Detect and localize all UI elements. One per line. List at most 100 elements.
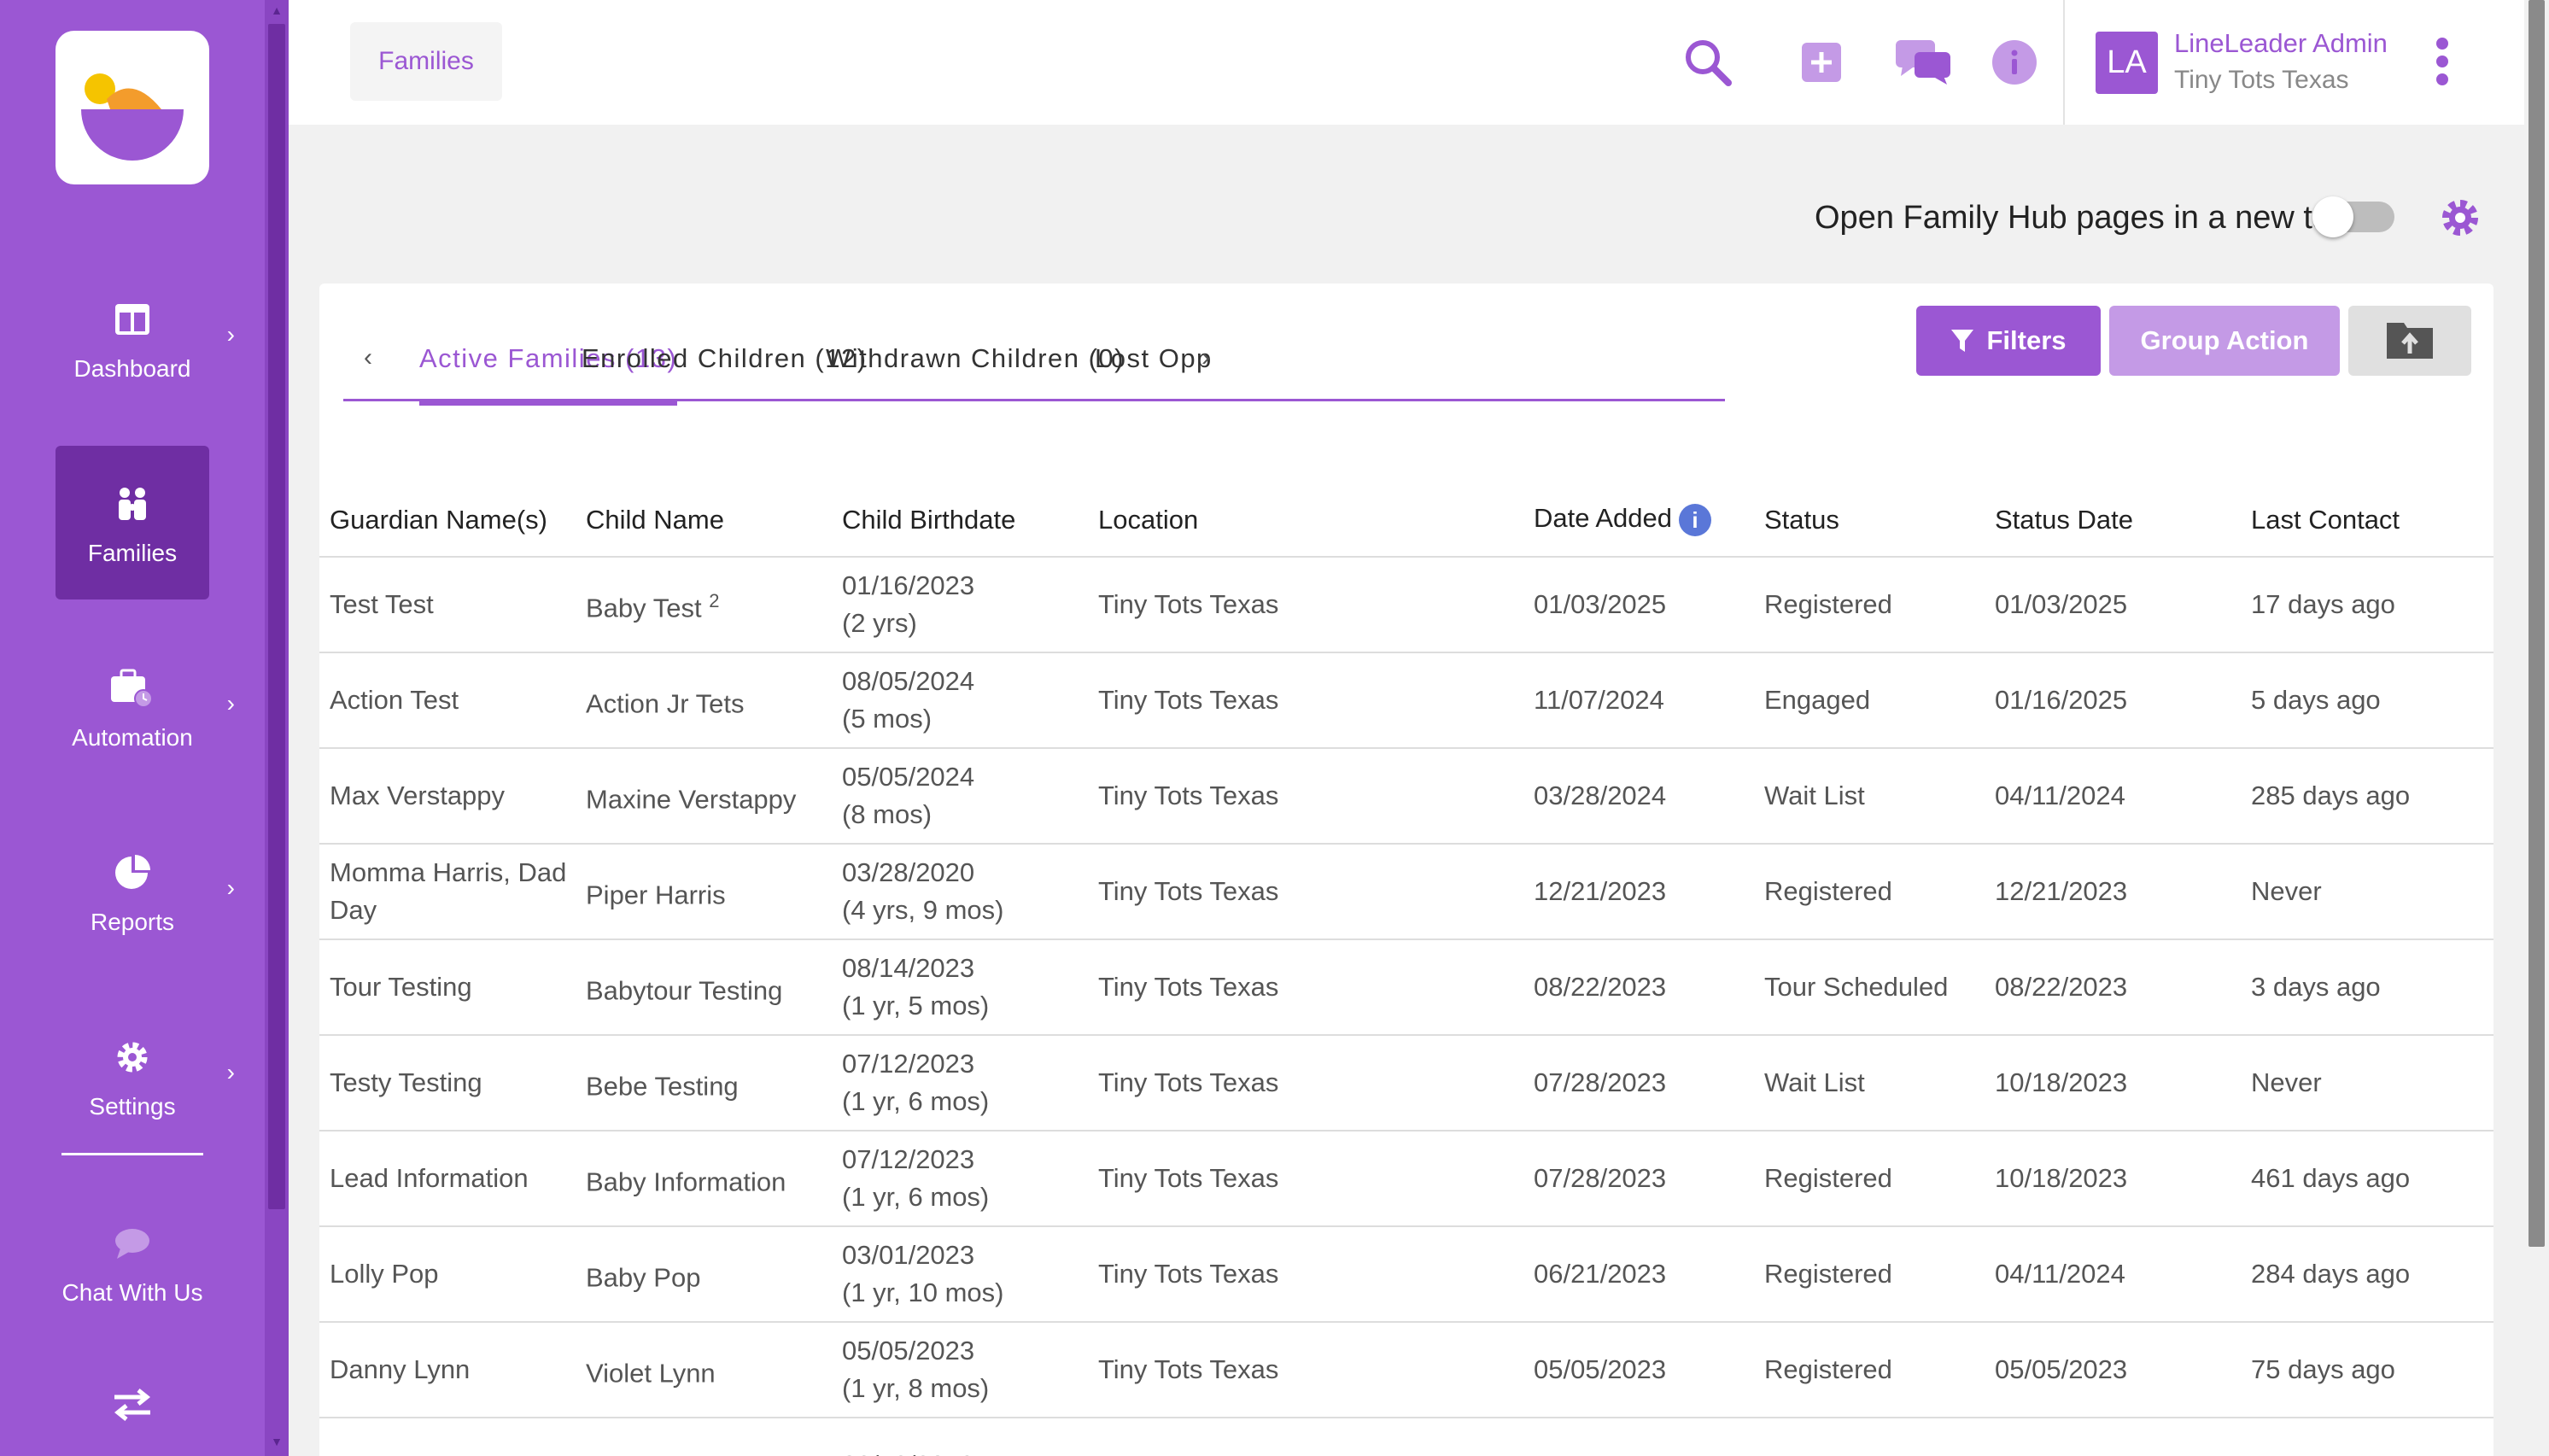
col-birthdate[interactable]: Child Birthdate <box>832 483 1088 558</box>
col-date-added[interactable]: Date Added i <box>1523 483 1754 558</box>
info-icon[interactable] <box>1991 34 2037 91</box>
nav-automation[interactable]: Automation › <box>56 630 235 784</box>
child-name[interactable]: Babytour Testing <box>586 975 782 1005</box>
table-row[interactable]: Lolly Pop Baby Pop 03/01/2023 (1 yr, 10 mo… <box>319 1226 2493 1323</box>
page-scrollbar[interactable] <box>2524 0 2549 1456</box>
guardian-name[interactable]: Lead Information <box>330 1163 529 1193</box>
sidebar-scroll-thumb[interactable] <box>268 24 285 1209</box>
reports-icon <box>113 847 152 898</box>
nav-reports[interactable]: Reports › <box>56 815 235 968</box>
child-name[interactable]: Baby Test <box>586 593 702 623</box>
nav-dashboard[interactable]: Dashboard › <box>56 261 235 415</box>
col-location[interactable]: Location <box>1088 483 1523 558</box>
child-name[interactable]: Baby Information <box>586 1167 786 1196</box>
scroll-down-icon[interactable]: ▼ <box>265 1435 289 1448</box>
guardian-name[interactable]: Momma Harris, Dad Day <box>330 857 566 925</box>
more-menu-icon[interactable] <box>2434 38 2451 94</box>
table-row[interactable]: 09/18/2019 <box>319 1418 2493 1456</box>
app-logo[interactable] <box>56 31 209 184</box>
guardian-name[interactable]: Danny Lynn <box>330 1354 470 1384</box>
location-cell: Tiny Tots Texas <box>1088 1226 1523 1323</box>
child-cell[interactable]: Baby Pop <box>576 1226 832 1323</box>
table-row[interactable]: Danny Lynn Violet Lynn 05/05/2023 (1 yr, 8… <box>319 1322 2493 1418</box>
table-row[interactable]: Momma Harris, Dad Day Piper Harris 03/28/… <box>319 844 2493 940</box>
breadcrumb[interactable]: Families <box>350 22 502 101</box>
sidebar-scrollbar[interactable]: ▲ ▼ <box>265 0 289 1456</box>
gear-icon[interactable] <box>2439 196 2482 243</box>
nav-switch[interactable] <box>56 1366 209 1452</box>
child-cell[interactable]: Baby Information <box>576 1131 832 1227</box>
add-icon[interactable] <box>1800 34 1843 91</box>
child-name[interactable]: Action Jr Tets <box>586 688 745 718</box>
table-row[interactable]: Max Verstappy Maxine Verstappy 05/05/2024… <box>319 748 2493 845</box>
tab-withdrawn-children[interactable]: Withdrawn Children (0) <box>826 343 1125 401</box>
status-cell: Registered <box>1754 1226 1985 1323</box>
nav-families-label: Families <box>87 540 178 566</box>
col-status[interactable]: Status <box>1754 483 1985 558</box>
nav-families[interactable]: Families <box>56 446 209 599</box>
page-scroll-thumb[interactable] <box>2529 0 2545 1247</box>
guardian-cell[interactable]: Testy Testing <box>319 1035 576 1131</box>
table-row[interactable]: Action Test Action Jr Tets 08/05/2024 (5 m… <box>319 652 2493 749</box>
child-cell[interactable]: Violet Lynn <box>576 1322 832 1418</box>
child-cell[interactable]: Piper Harris <box>576 844 832 940</box>
child-name[interactable]: Baby Pop <box>586 1262 700 1292</box>
table-row[interactable]: Test Test Baby Test 2 01/16/2023 (2 yrs) Tin… <box>319 557 2493 653</box>
last-contact-cell: 284 days ago <box>2241 1226 2493 1323</box>
child-cell[interactable]: Maxine Verstappy <box>576 748 832 845</box>
tab-enrolled-children[interactable]: Enrolled Children (12) <box>582 343 868 401</box>
nav-settings[interactable]: Settings › <box>56 999 235 1153</box>
table-row[interactable]: Lead Information Baby Information 07/12/2… <box>319 1131 2493 1227</box>
birthdate: 07/12/2023 <box>842 1144 975 1174</box>
guardian-name[interactable]: Test Test <box>330 589 434 619</box>
table-row[interactable]: Tour Testing Babytour Testing 08/14/2023 (… <box>319 939 2493 1036</box>
guardian-name[interactable]: Testy Testing <box>330 1067 482 1097</box>
child-cell[interactable] <box>576 1418 832 1456</box>
guardian-cell[interactable]: Action Test <box>319 652 576 749</box>
guardian-cell[interactable]: Lead Information <box>319 1131 576 1227</box>
messages-icon[interactable] <box>1894 34 1954 91</box>
guardian-name[interactable]: Action Test <box>330 685 459 715</box>
child-cell[interactable]: Bebe Testing <box>576 1035 832 1131</box>
info-icon[interactable]: i <box>1679 503 1712 536</box>
col-guardian[interactable]: Guardian Name(s) <box>319 483 576 558</box>
new-tab-toggle[interactable] <box>2312 196 2394 237</box>
upload-button[interactable] <box>2348 306 2471 376</box>
child-cell[interactable]: Baby Test 2 <box>576 557 832 653</box>
col-child-name[interactable]: Child Name <box>576 483 832 558</box>
guardian-name[interactable]: Tour Testing <box>330 972 472 1002</box>
table-row[interactable]: Testy Testing Bebe Testing 07/12/2023 (1 y… <box>319 1035 2493 1131</box>
guardian-cell[interactable]: Tour Testing <box>319 939 576 1036</box>
child-name[interactable]: Bebe Testing <box>586 1071 739 1101</box>
col-status-date[interactable]: Status Date <box>1985 483 2241 558</box>
guardian-cell[interactable]: Momma Harris, Dad Day <box>319 844 576 940</box>
col-date-added-label: Date Added <box>1534 503 1673 534</box>
user-name[interactable]: LineLeader Admin <box>2174 28 2388 59</box>
child-name[interactable]: Maxine Verstappy <box>586 784 796 814</box>
guardian-cell[interactable]: Max Verstappy <box>319 748 576 845</box>
dashboard-icon <box>114 294 151 345</box>
group-action-button[interactable]: Group Action <box>2109 306 2340 376</box>
child-name[interactable]: Piper Harris <box>586 880 726 909</box>
guardian-cell[interactable]: Lolly Pop <box>319 1226 576 1323</box>
last-contact-cell <box>2241 1418 2493 1456</box>
search-icon[interactable] <box>1682 34 1737 91</box>
col-last-contact[interactable]: Last Contact <box>2241 483 2493 558</box>
tab-lost-opp[interactable]: Lost Opp <box>1095 343 1213 401</box>
chevron-right-icon[interactable]: › <box>1201 343 1210 372</box>
guardian-cell[interactable]: Test Test <box>319 557 576 653</box>
filters-button[interactable]: Filters <box>1916 306 2101 376</box>
birthdate: 03/28/2020 <box>842 857 975 887</box>
guardian-cell[interactable] <box>319 1418 576 1456</box>
child-name[interactable]: Violet Lynn <box>586 1358 716 1388</box>
scroll-up-icon[interactable]: ▲ <box>265 3 289 17</box>
child-cell[interactable]: Babytour Testing <box>576 939 832 1036</box>
guardian-name[interactable]: Max Verstappy <box>330 781 505 810</box>
nav-chat[interactable]: Chat With Us <box>56 1185 209 1339</box>
chevron-left-icon[interactable]: ‹ <box>364 343 372 372</box>
tab-label: Enrolled Children (12) <box>582 343 868 373</box>
avatar[interactable]: LA <box>2096 32 2158 94</box>
guardian-name[interactable]: Lolly Pop <box>330 1259 439 1289</box>
guardian-cell[interactable]: Danny Lynn <box>319 1322 576 1418</box>
child-cell[interactable]: Action Jr Tets <box>576 652 832 749</box>
